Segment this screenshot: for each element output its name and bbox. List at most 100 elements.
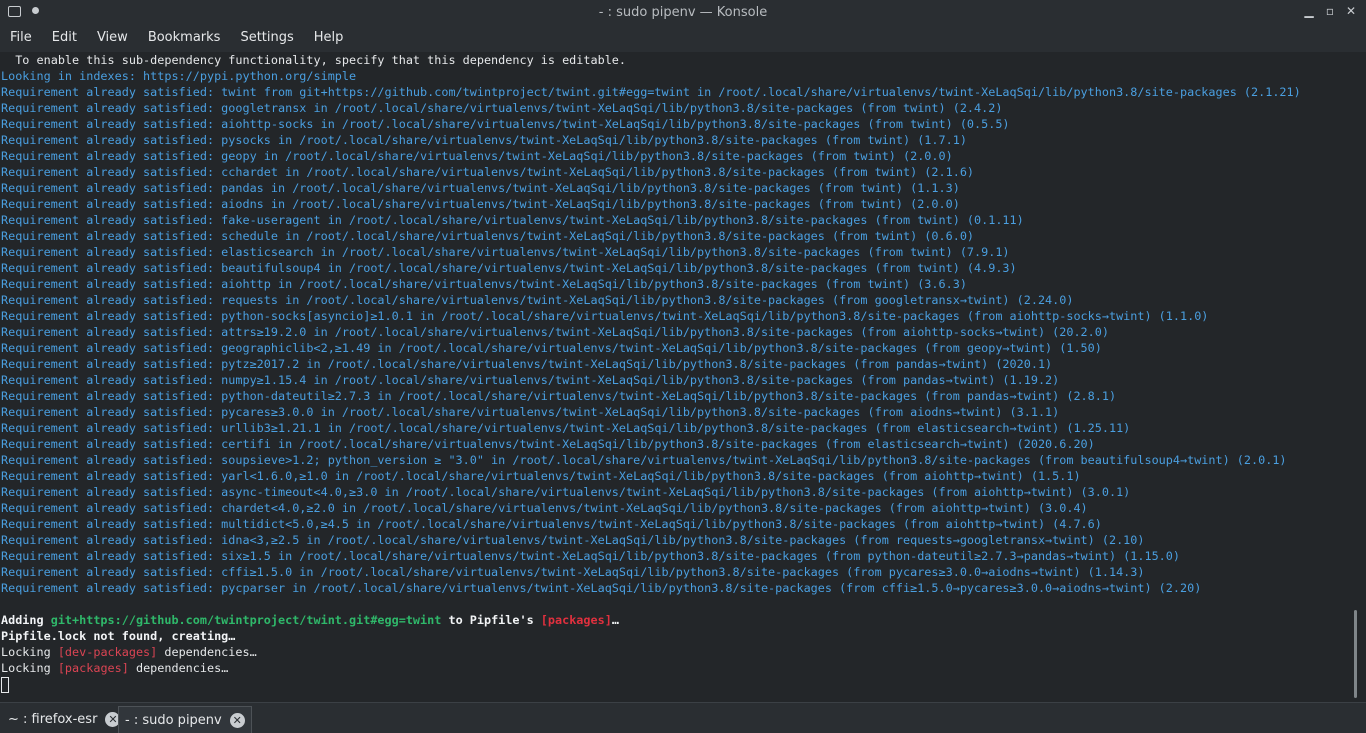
terminal-text: Requirement already satisfied: googletra… xyxy=(1,101,1003,115)
terminal-line: Requirement already satisfied: aiodns in… xyxy=(0,196,1352,212)
tab-bar: ~ : firefox-esr ✕ - : sudo pipenv ✕ xyxy=(0,702,1366,733)
menu-edit[interactable]: Edit xyxy=(42,24,87,52)
terminal-text: Requirement already satisfied: aiohttp i… xyxy=(1,277,967,291)
terminal-line: Requirement already satisfied: attrs≥19.… xyxy=(0,324,1352,340)
terminal-text: Requirement already satisfied: schedule … xyxy=(1,229,975,243)
terminal-line: Requirement already satisfied: pycares≥3… xyxy=(0,404,1352,420)
terminal-text: Requirement already satisfied: idna<3,≥2… xyxy=(1,533,1145,547)
terminal-line: Requirement already satisfied: cffi≥1.5.… xyxy=(0,564,1352,580)
terminal-line: Requirement already satisfied: geopy in … xyxy=(0,148,1352,164)
terminal-text: Requirement already satisfied: pandas in… xyxy=(1,181,960,195)
close-button[interactable]: ✕ xyxy=(1344,4,1358,18)
terminal-line: Requirement already satisfied: urllib3≥1… xyxy=(0,420,1352,436)
terminal-text: Requirement already satisfied: pycparser… xyxy=(1,581,1202,595)
terminal-text: Pipfile.lock not found, creating… xyxy=(1,629,236,643)
terminal-text: Requirement already satisfied: geopy in … xyxy=(1,149,953,163)
terminal-line: Requirement already satisfied: pycparser… xyxy=(0,580,1352,596)
terminal-scrollbar[interactable] xyxy=(1352,52,1366,702)
terminal-text: Requirement already satisfied: cffi≥1.5.… xyxy=(1,565,1145,579)
terminal-line: Requirement already satisfied: pandas in… xyxy=(0,180,1352,196)
menu-help[interactable]: Help xyxy=(304,24,354,52)
terminal-line: Requirement already satisfied: twint fro… xyxy=(0,84,1352,100)
terminal-text: Requirement already satisfied: pycares≥3… xyxy=(1,405,1060,419)
terminal-text: Requirement already satisfied: six≥1.5 i… xyxy=(1,549,1180,563)
menu-bar: File Edit View Bookmarks Settings Help xyxy=(0,24,1366,52)
terminal-line: Requirement already satisfied: chardet<4… xyxy=(0,500,1352,516)
terminal-line: Requirement already satisfied: pytz≥2017… xyxy=(0,356,1352,372)
terminal-text: Requirement already satisfied: async-tim… xyxy=(1,485,1131,499)
maximize-button[interactable]: ▫ xyxy=(1323,4,1337,18)
terminal-text: Requirement already satisfied: beautiful… xyxy=(1,261,1017,275)
terminal-text: Requirement already satisfied: cchardet … xyxy=(1,165,975,179)
terminal-text: Requirement already satisfied: pysocks i… xyxy=(1,133,967,147)
terminal-line: Requirement already satisfied: googletra… xyxy=(0,100,1352,116)
terminal-line: Requirement already satisfied: python-da… xyxy=(0,388,1352,404)
terminal-line: Locking [packages] dependencies… xyxy=(0,660,1352,676)
scrollbar-thumb[interactable] xyxy=(1354,610,1357,698)
terminal-line: Requirement already satisfied: certifi i… xyxy=(0,436,1352,452)
terminal-line: Requirement already satisfied: yarl<1.6.… xyxy=(0,468,1352,484)
terminal-line: Requirement already satisfied: aiohttp i… xyxy=(0,276,1352,292)
terminal-text: Looking in indexes: https://pypi.python.… xyxy=(1,69,357,83)
tab-label: ~ : firefox-esr xyxy=(8,711,98,727)
terminal-line: Requirement already satisfied: requests … xyxy=(0,292,1352,308)
prompt-line[interactable] xyxy=(0,676,1352,693)
terminal-text: to Pipfile's xyxy=(441,613,541,627)
terminal-text: Requirement already satisfied: elasticse… xyxy=(1,245,1010,259)
terminal-text: git+https://github.com/twintproject/twin… xyxy=(50,613,442,627)
terminal-text: [packages] xyxy=(57,661,129,675)
terminal-line: Requirement already satisfied: async-tim… xyxy=(0,484,1352,500)
menu-bookmarks[interactable]: Bookmarks xyxy=(138,24,231,52)
terminal-text: Requirement already satisfied: chardet<4… xyxy=(1,501,1088,515)
terminal-text: Requirement already satisfied: python-so… xyxy=(1,309,1209,323)
terminal-text: Requirement already satisfied: certifi i… xyxy=(1,437,1095,451)
terminal-text: Requirement already satisfied: multidict… xyxy=(1,517,1102,531)
terminal-text: Requirement already satisfied: aiohttp-s… xyxy=(1,117,1010,131)
terminal-line: Requirement already satisfied: soupsieve… xyxy=(0,452,1352,468)
terminal-line: Requirement already satisfied: idna<3,≥2… xyxy=(0,532,1352,548)
menu-view[interactable]: View xyxy=(87,24,138,52)
terminal-text: Requirement already satisfied: urllib3≥1… xyxy=(1,421,1131,435)
terminal-line: Requirement already satisfied: pysocks i… xyxy=(0,132,1352,148)
menu-settings[interactable]: Settings xyxy=(230,24,303,52)
terminal-line: Requirement already satisfied: six≥1.5 i… xyxy=(0,548,1352,564)
terminal-text: Requirement already satisfied: python-da… xyxy=(1,389,1117,403)
terminal-text: Requirement already satisfied: twint fro… xyxy=(1,85,1301,99)
terminal-text: Adding xyxy=(1,613,51,627)
terminal-text: [dev-packages] xyxy=(57,645,158,659)
terminal-text: To enable this sub-dependency functional… xyxy=(1,53,627,67)
terminal-line: Requirement already satisfied: geographi… xyxy=(0,340,1352,356)
terminal-text: Requirement already satisfied: yarl<1.6.… xyxy=(1,469,1081,483)
terminal-text: Requirement already satisfied: numpy≥1.1… xyxy=(1,373,1060,387)
terminal-text: Requirement already satisfied: fake-user… xyxy=(1,213,1024,227)
terminal-text: … xyxy=(611,613,619,627)
tab-sudo-pipenv[interactable]: - : sudo pipenv ✕ xyxy=(118,706,252,733)
terminal-text: dependencies… xyxy=(157,645,257,659)
terminal-line: Requirement already satisfied: schedule … xyxy=(0,228,1352,244)
terminal-text: Locking xyxy=(1,661,58,675)
tab-firefox-esr[interactable]: ~ : firefox-esr ✕ xyxy=(2,706,126,732)
terminal-line: Requirement already satisfied: cchardet … xyxy=(0,164,1352,180)
terminal-line: Pipfile.lock not found, creating… xyxy=(0,628,1352,644)
terminal-text: Requirement already satisfied: geographi… xyxy=(1,341,1102,355)
terminal-line: Requirement already satisfied: aiohttp-s… xyxy=(0,116,1352,132)
terminal-text: Requirement already satisfied: attrs≥19.… xyxy=(1,325,1109,339)
terminal-text: Locking xyxy=(1,645,58,659)
tab-label: - : sudo pipenv xyxy=(125,712,222,728)
terminal-line: Requirement already satisfied: fake-user… xyxy=(0,212,1352,228)
terminal-line: To enable this sub-dependency functional… xyxy=(0,52,1352,68)
terminal-line: Requirement already satisfied: multidict… xyxy=(0,516,1352,532)
menu-file[interactable]: File xyxy=(0,24,42,52)
window-title: - : sudo pipenv — Konsole xyxy=(598,5,768,20)
terminal-cursor xyxy=(1,676,9,693)
terminal-line: Adding git+https://github.com/twintproje… xyxy=(0,612,1352,628)
terminal-output[interactable]: To enable this sub-dependency functional… xyxy=(0,52,1352,702)
terminal-text: Requirement already satisfied: soupsieve… xyxy=(1,453,1287,467)
terminal-text: Requirement already satisfied: aiodns in… xyxy=(1,197,960,211)
terminal-text: Requirement already satisfied: pytz≥2017… xyxy=(1,357,1053,371)
terminal-text: dependencies… xyxy=(128,661,229,675)
close-tab-icon[interactable]: ✕ xyxy=(229,712,245,728)
terminal-line: Requirement already satisfied: beautiful… xyxy=(0,260,1352,276)
minimize-button[interactable]: ▁ xyxy=(1302,4,1316,18)
